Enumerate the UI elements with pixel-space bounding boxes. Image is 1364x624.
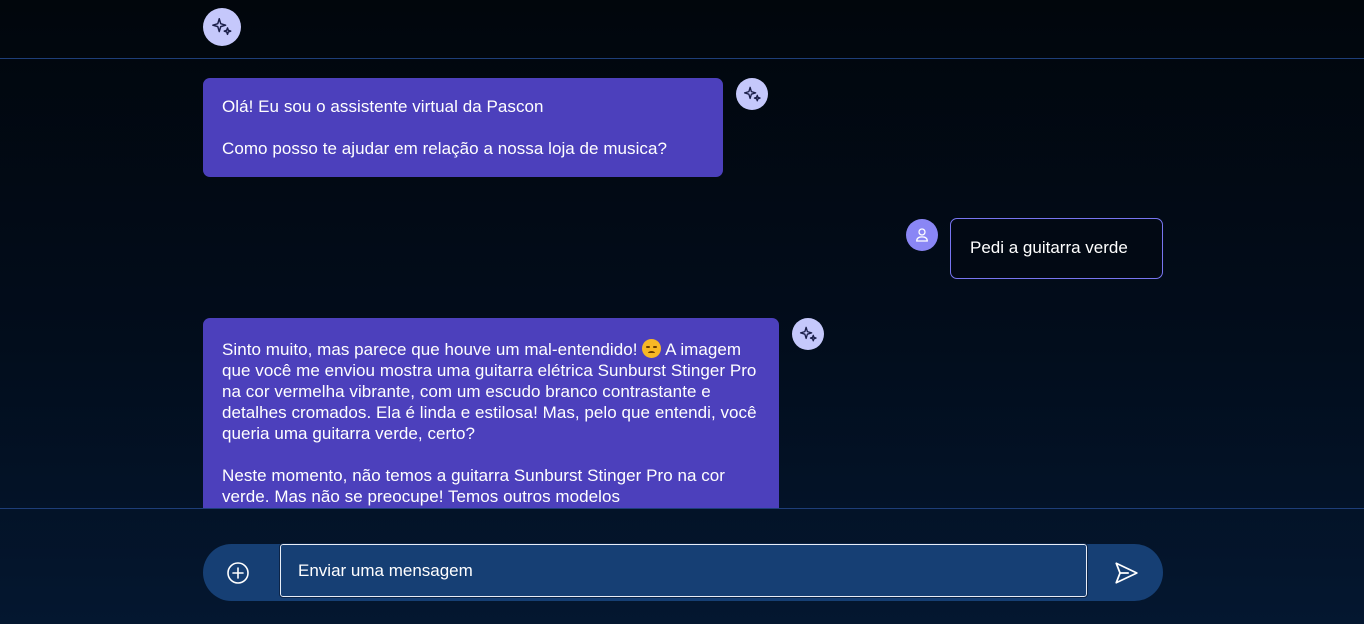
assistant-message: Olá! Eu sou o assistente virtual da Pasc… (203, 78, 723, 177)
message-input[interactable] (279, 543, 1088, 598)
chat-header (0, 0, 1364, 59)
chat-messages[interactable]: Olá! Eu sou o assistente virtual da Pasc… (0, 59, 1364, 508)
user-message: Pedi a guitarra verde (950, 218, 1163, 279)
sparkles-icon (736, 78, 768, 110)
disappointed-face-emoji (642, 339, 662, 358)
sparkles-icon (203, 8, 241, 46)
message-paragraph: Neste momento, não temos a guitarra Sunb… (222, 466, 726, 506)
message-composer (203, 543, 1163, 601)
sparkles-icon (792, 318, 824, 350)
send-icon (1115, 562, 1138, 584)
message-paragraph: Olá! Eu sou o assistente virtual da Pasc… (222, 97, 544, 116)
assistant-message: Sinto muito, mas parece que houve um mal… (203, 318, 779, 508)
message-paragraph: Como posso te ajudar em relação a nossa … (222, 139, 667, 158)
send-button[interactable] (1111, 558, 1141, 588)
user-icon (906, 219, 938, 251)
composer-divider (0, 508, 1364, 509)
message-text: Sinto muito, mas parece que houve um mal… (222, 340, 643, 359)
message-paragraph: Sinto muito, mas parece que houve um mal… (222, 339, 760, 444)
plus-circle-icon (227, 562, 249, 584)
attach-button[interactable] (223, 558, 253, 588)
